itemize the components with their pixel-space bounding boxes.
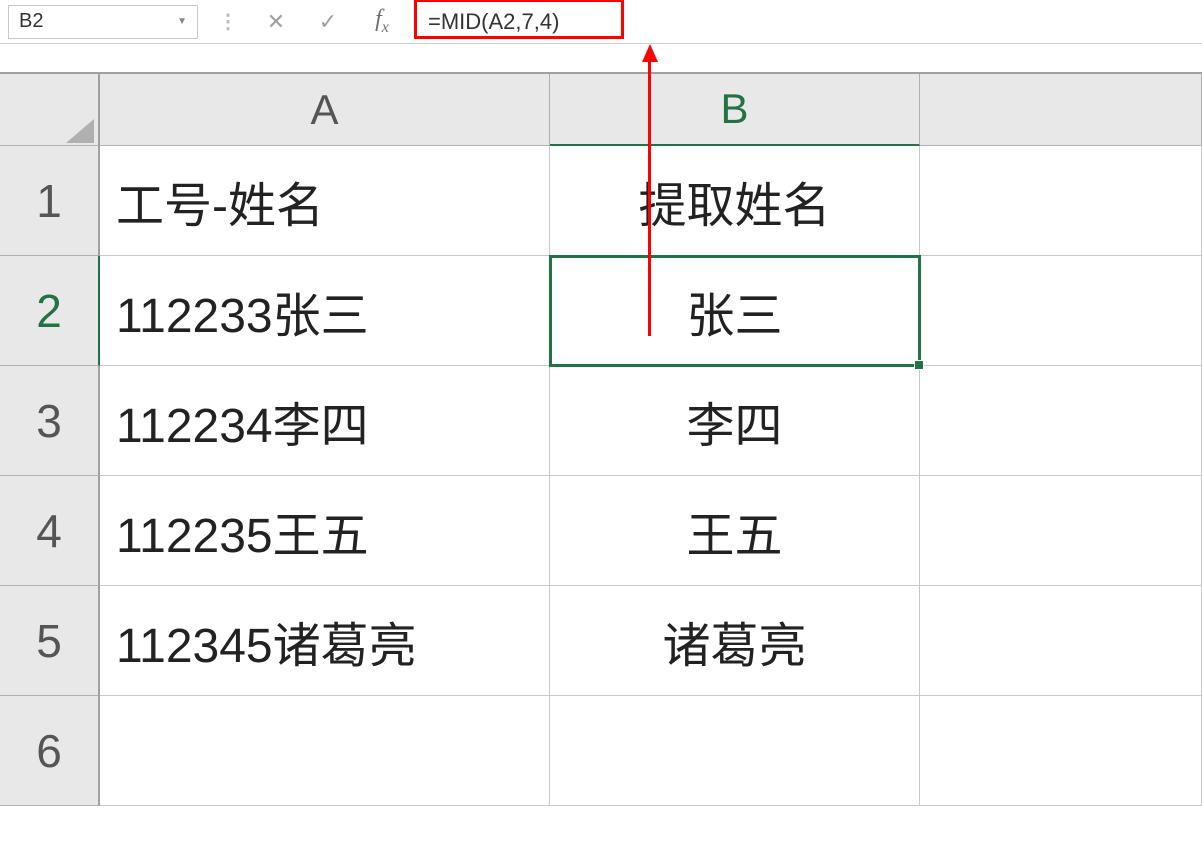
cell-B2[interactable]: 张三 xyxy=(550,256,920,366)
row-header-3[interactable]: 3 xyxy=(0,366,100,476)
row-header-1[interactable]: 1 xyxy=(0,146,100,256)
cell-C1[interactable] xyxy=(920,146,1202,256)
spreadsheet-grid: A B 1 工号-姓名 提取姓名 2 112233张三 张三 3 112234李… xyxy=(0,74,1202,806)
cell-A1[interactable]: 工号-姓名 xyxy=(100,146,550,256)
col-header-A[interactable]: A xyxy=(100,74,550,146)
cell-C4[interactable] xyxy=(920,476,1202,586)
cell-A4[interactable]: 112235王五 xyxy=(100,476,550,586)
row-header-4[interactable]: 4 xyxy=(0,476,100,586)
cell-A2[interactable]: 112233张三 xyxy=(100,256,550,366)
cell-A5[interactable]: 112345诸葛亮 xyxy=(100,586,550,696)
cell-A3[interactable]: 112234李四 xyxy=(100,366,550,476)
cell-C2[interactable] xyxy=(920,256,1202,366)
cell-C5[interactable] xyxy=(920,586,1202,696)
select-all-corner[interactable] xyxy=(0,74,100,146)
name-box-value: B2 xyxy=(19,10,43,33)
col-header-C[interactable] xyxy=(920,74,1202,146)
row-header-6[interactable]: 6 xyxy=(0,696,100,806)
cell-B6[interactable] xyxy=(550,696,920,806)
formula-input[interactable]: =MID(A2,7,4) xyxy=(418,5,1194,39)
row-header-2[interactable]: 2 xyxy=(0,256,100,366)
cell-B5[interactable]: 诸葛亮 xyxy=(550,586,920,696)
fx-icon[interactable]: fx xyxy=(362,6,402,37)
cell-B3[interactable]: 李四 xyxy=(550,366,920,476)
cell-B1[interactable]: 提取姓名 xyxy=(550,146,920,256)
cell-C3[interactable] xyxy=(920,366,1202,476)
grid-top-border xyxy=(0,44,1202,74)
row-header-5[interactable]: 5 xyxy=(0,586,100,696)
name-box[interactable]: B2 ▼ xyxy=(8,5,198,39)
col-header-B[interactable]: B xyxy=(550,74,920,146)
enter-icon[interactable]: ✓ xyxy=(310,9,346,35)
cell-C6[interactable] xyxy=(920,696,1202,806)
chevron-down-icon[interactable]: ▼ xyxy=(177,16,187,27)
formula-bar: B2 ▼ ⋮ ✕ ✓ fx =MID(A2,7,4) xyxy=(0,0,1202,44)
cell-A6[interactable] xyxy=(100,696,550,806)
cell-B4[interactable]: 王五 xyxy=(550,476,920,586)
fill-handle[interactable] xyxy=(914,360,924,370)
cancel-icon[interactable]: ✕ xyxy=(258,9,294,35)
formula-text: =MID(A2,7,4) xyxy=(428,9,559,34)
divider-icon: ⋮ xyxy=(214,9,242,34)
cell-B2-value: 张三 xyxy=(686,276,782,346)
